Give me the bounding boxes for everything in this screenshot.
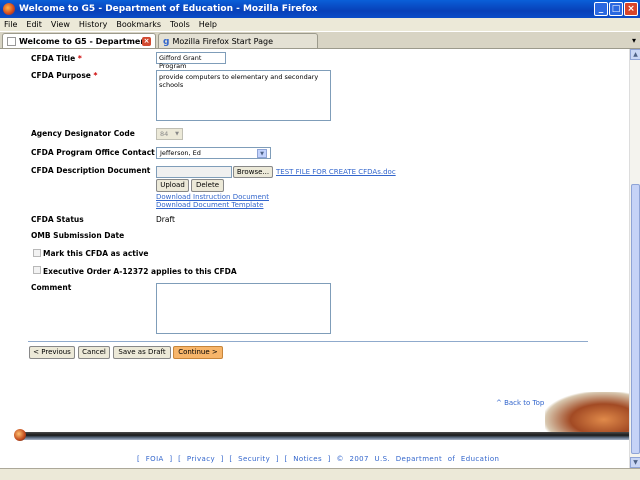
menu-history[interactable]: History xyxy=(79,20,107,29)
cfda-purpose-textarea[interactable]: provide computers to elementary and seco… xyxy=(156,70,331,121)
exec-order-checkbox[interactable] xyxy=(33,266,41,274)
description-doc-label: CFDA Description Document xyxy=(31,166,151,175)
omb-date-label: OMB Submission Date xyxy=(31,231,125,240)
file-path-input[interactable] xyxy=(156,166,232,178)
program-office-select[interactable]: Jefferson, Ed ▼ xyxy=(156,147,271,159)
scroll-up-icon[interactable]: ▲ xyxy=(630,49,640,60)
status-bar xyxy=(0,468,640,480)
minimize-button[interactable]: _ xyxy=(594,2,608,16)
menu-bookmarks[interactable]: Bookmarks xyxy=(116,20,161,29)
footer-stripe xyxy=(18,432,629,440)
page-icon xyxy=(7,36,16,46)
status-label: CFDA Status xyxy=(31,215,84,224)
exec-order-label: Executive Order A-12372 applies to this … xyxy=(43,267,237,276)
comment-label: Comment xyxy=(31,283,72,292)
maximize-button[interactable]: □ xyxy=(609,2,623,16)
save-draft-button[interactable]: Save as Draft xyxy=(113,346,171,359)
google-icon: g xyxy=(163,36,170,47)
download-template-link[interactable]: Download Document Template xyxy=(156,201,263,209)
window-controls: _ □ × xyxy=(594,2,638,16)
tab-label: Welcome to G5 - Department of ... xyxy=(19,36,142,46)
continue-button[interactable]: Continue > xyxy=(173,346,223,359)
window-titlebar: Welcome to G5 - Department of Education … xyxy=(0,0,640,18)
tab-g5[interactable]: Welcome to G5 - Department of ... × xyxy=(2,33,156,48)
download-instruction-link[interactable]: Download Instruction Document xyxy=(156,193,269,201)
tab-firefox-start[interactable]: g Mozilla Firefox Start Page xyxy=(158,33,318,48)
back-to-top-link[interactable]: ^ Back to Top xyxy=(496,399,544,407)
footer-logo-icon xyxy=(14,429,26,441)
program-office-label: CFDA Program Office Contact xyxy=(31,148,155,157)
menu-help[interactable]: Help xyxy=(199,20,217,29)
agency-designator-value: 84 xyxy=(160,130,169,138)
menu-tools[interactable]: Tools xyxy=(170,20,190,29)
vertical-scrollbar[interactable]: ▲ ▼ xyxy=(629,49,640,468)
close-button[interactable]: × xyxy=(624,2,638,16)
chevron-down-icon: ▼ xyxy=(175,131,179,137)
firefox-icon xyxy=(3,3,15,15)
upload-button[interactable]: Upload xyxy=(156,179,189,192)
chevron-down-icon: ▼ xyxy=(257,148,267,158)
scroll-down-icon[interactable]: ▼ xyxy=(630,457,640,468)
tab-list-chevron-icon[interactable]: ▾ xyxy=(632,36,636,45)
cfda-purpose-label: CFDA Purpose * xyxy=(31,71,98,80)
status-value: Draft xyxy=(156,215,175,224)
page-content: CFDA Title * Gifford Grant Program CFDA … xyxy=(0,49,629,468)
tab-close-icon[interactable]: × xyxy=(142,36,151,46)
menu-file[interactable]: File xyxy=(4,20,17,29)
cancel-button[interactable]: Cancel xyxy=(78,346,110,359)
footer-links[interactable]: [ FOIA ] [ Privacy ] [ Security ] [ Noti… xyxy=(137,455,499,463)
agency-designator-select[interactable]: 84 ▼ xyxy=(156,128,183,140)
previous-button[interactable]: < Previous xyxy=(29,346,75,359)
program-office-value: Jefferson, Ed xyxy=(160,149,201,157)
tab-label: Mozilla Firefox Start Page xyxy=(172,36,274,46)
menu-view[interactable]: View xyxy=(51,20,70,29)
tab-bar: Welcome to G5 - Department of ... × g Mo… xyxy=(0,31,640,49)
menu-edit[interactable]: Edit xyxy=(26,20,42,29)
divider xyxy=(28,341,588,342)
file-link[interactable]: TEST FILE FOR CREATE CFDAs.doc xyxy=(276,168,396,176)
mark-active-checkbox[interactable] xyxy=(33,249,41,257)
agency-designator-label: Agency Designator Code xyxy=(31,129,135,138)
window-title: Welcome to G5 - Department of Education … xyxy=(19,4,318,14)
scroll-thumb[interactable] xyxy=(631,184,640,454)
cfda-title-label: CFDA Title * xyxy=(31,54,82,63)
menu-bar: File Edit View History Bookmarks Tools H… xyxy=(0,18,640,31)
cfda-title-input[interactable]: Gifford Grant Program xyxy=(156,52,226,70)
comment-textarea[interactable] xyxy=(156,283,331,334)
mark-active-label: Mark this CFDA as active xyxy=(43,249,149,258)
delete-button[interactable]: Delete xyxy=(191,179,224,192)
browse-button[interactable]: Browse... xyxy=(233,166,273,178)
